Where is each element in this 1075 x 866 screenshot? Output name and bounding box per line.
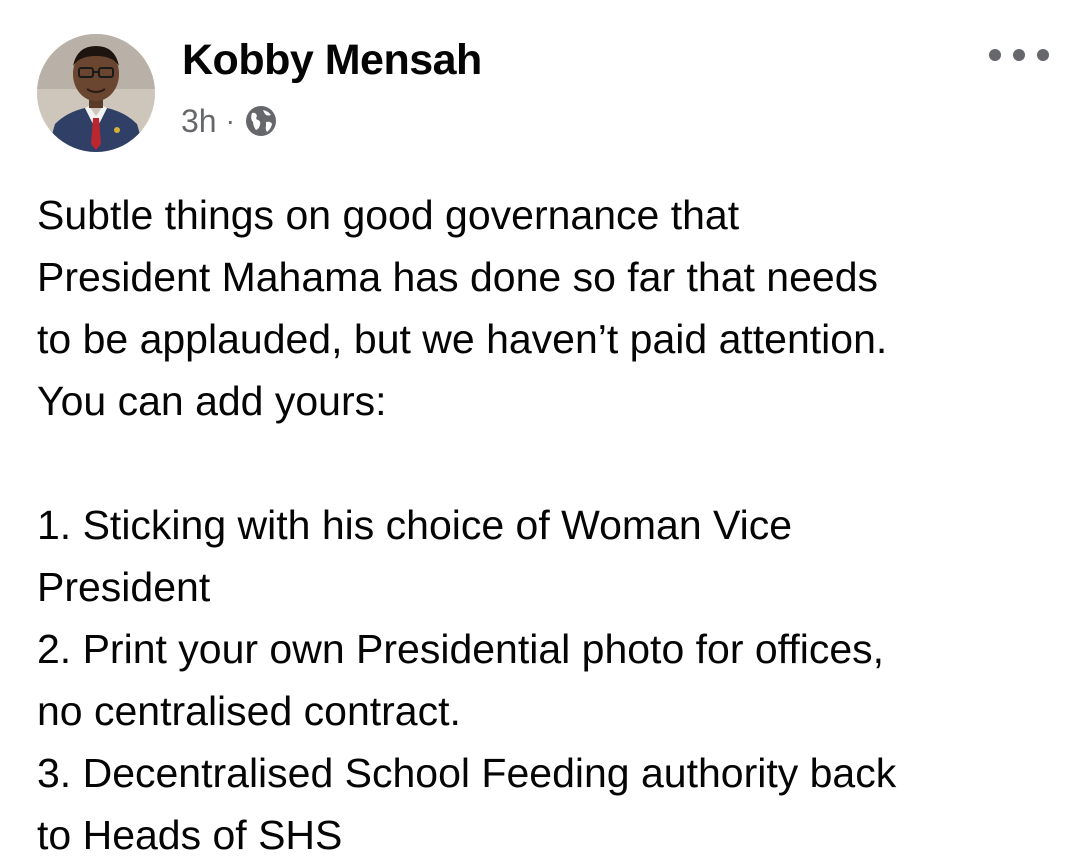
list-item-line: no centralised contract.: [37, 688, 461, 734]
post-text-line: You can add yours:: [37, 378, 387, 424]
globe-icon[interactable]: [244, 104, 278, 138]
post-text-line: to be applauded, but we haven’t paid att…: [37, 316, 888, 362]
post-text-line: President Mahama has done so far that ne…: [37, 254, 879, 300]
post-header: Kobby Mensah 3h ·: [0, 0, 1075, 160]
more-options-dot: [1037, 49, 1049, 61]
more-options-button[interactable]: [989, 40, 1049, 70]
author-avatar[interactable]: [37, 34, 155, 152]
list-item-line: President: [37, 564, 211, 610]
meta-separator: ·: [225, 105, 235, 136]
more-options-dot: [989, 49, 1001, 61]
author-name[interactable]: Kobby Mensah: [182, 36, 482, 85]
post-meta: 3h ·: [181, 101, 278, 141]
avatar-photo: [37, 34, 155, 152]
list-item-line: to Heads of SHS: [37, 812, 343, 858]
post-text-line: Subtle things on good governance that: [37, 192, 740, 238]
list-item-line: 1. Sticking with his choice of Woman Vic…: [37, 502, 793, 548]
post-timestamp[interactable]: 3h: [181, 103, 217, 140]
more-options-dot: [1013, 49, 1025, 61]
list-item-line: 2. Print your own Presidential photo for…: [37, 626, 885, 672]
list-item-line: 3. Decentralised School Feeding authorit…: [37, 750, 897, 796]
post-text: Subtle things on good governance that Pr…: [37, 184, 1057, 866]
